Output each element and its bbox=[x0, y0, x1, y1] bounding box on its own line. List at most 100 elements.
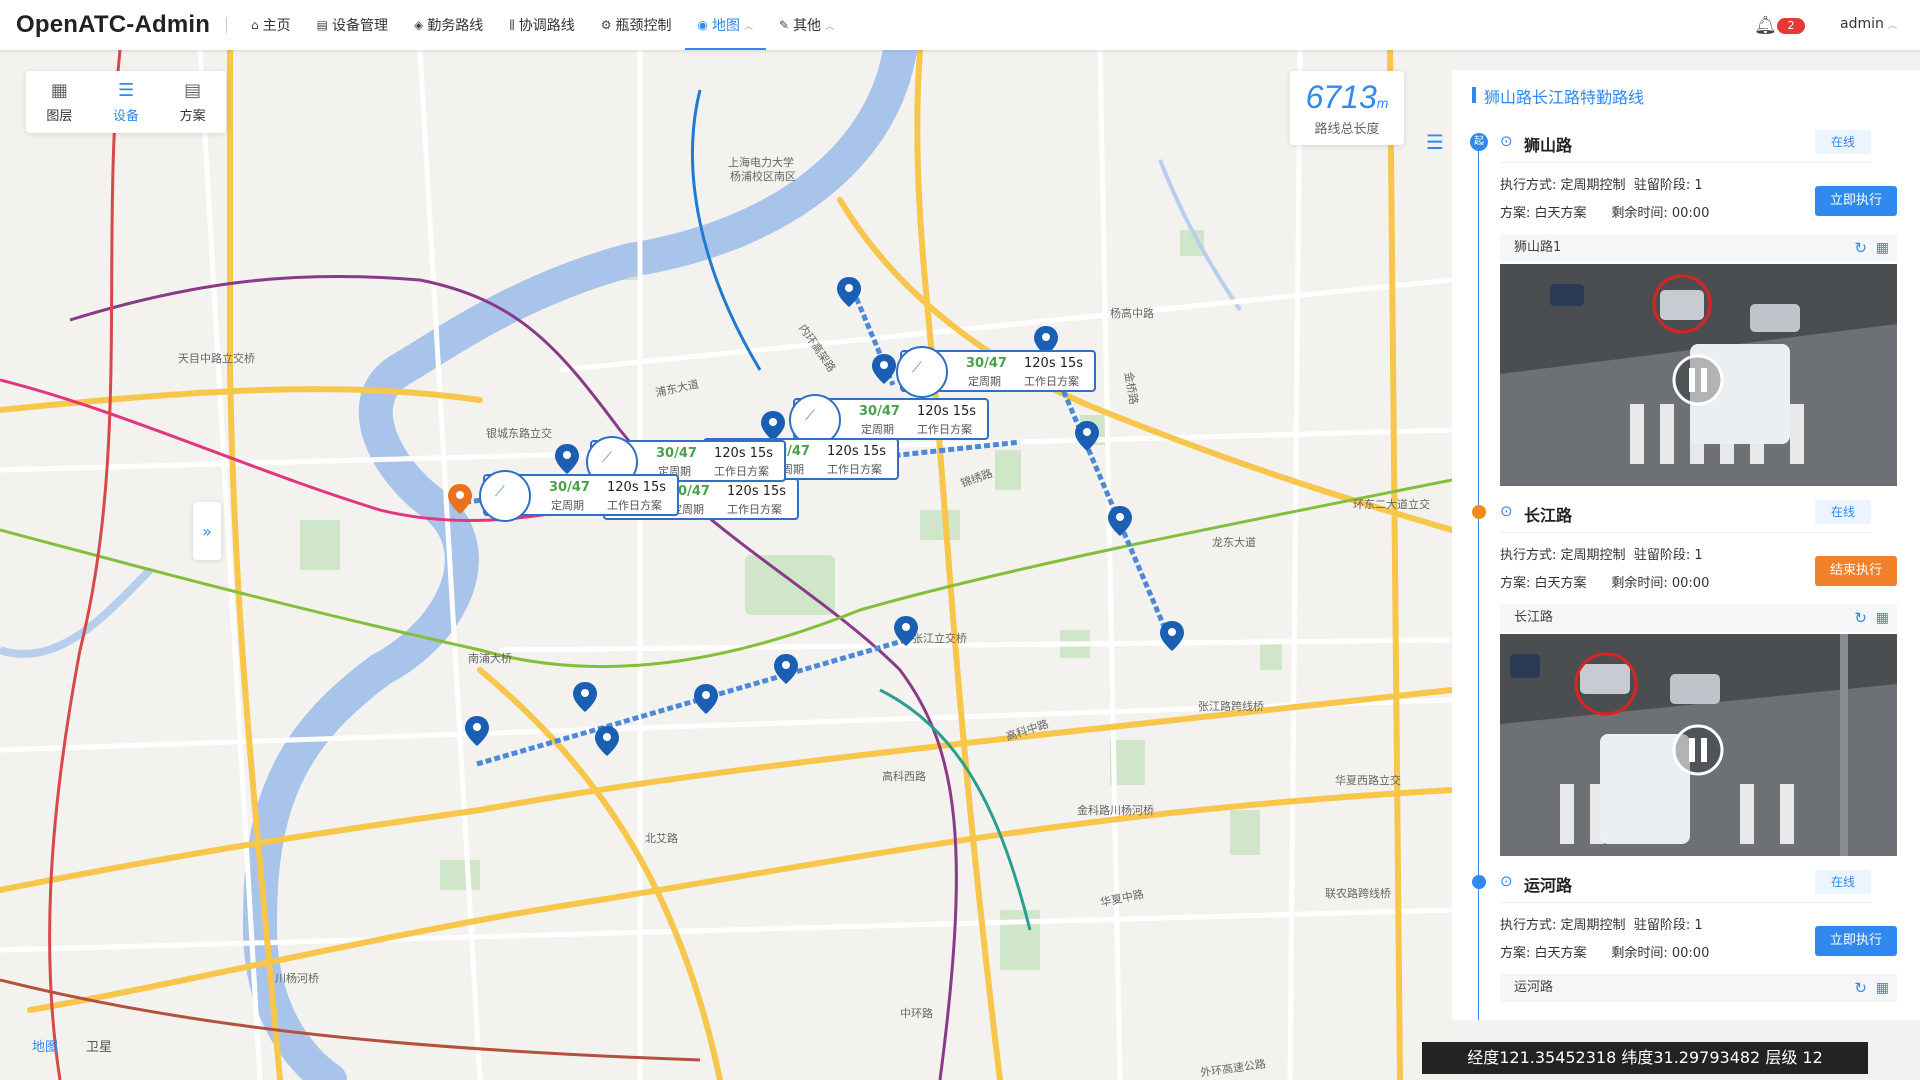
menu-icon[interactable]: ☰ bbox=[1426, 130, 1444, 154]
popup-plan: 工作日方案 bbox=[714, 465, 769, 478]
device-icon: ▤ bbox=[316, 18, 328, 32]
plan-value: 白天方案 bbox=[1534, 946, 1587, 961]
device-marker[interactable] bbox=[694, 684, 718, 714]
popup-plan: 工作日方案 bbox=[917, 423, 972, 436]
route-panel: 狮山路长江路特勤路线 起 ⊙ 狮山路 在线 执行方式: 定周期控制 驻留阶段: … bbox=[1452, 70, 1920, 1020]
remain-value: 00:00 bbox=[1671, 576, 1710, 591]
intersection-popup[interactable]: ⟋ 30/47 120s 15s 定周期 工作日方案 bbox=[789, 394, 989, 446]
plans-tool[interactable]: ▤ 方案 bbox=[159, 71, 226, 133]
popup-time: 15s bbox=[862, 444, 887, 459]
intersection-name: 狮山路 bbox=[1524, 136, 1573, 155]
remain-value: 00:00 bbox=[1671, 946, 1710, 961]
stage-value: 1 bbox=[1694, 178, 1703, 193]
intersection-popup[interactable]: ⟋ 30/47 120s 15s 定周期 工作日方案 bbox=[896, 346, 1096, 398]
device-marker[interactable] bbox=[465, 716, 489, 746]
plans-label: 方案 bbox=[179, 109, 206, 124]
device-marker[interactable] bbox=[573, 682, 597, 712]
execute-now-button[interactable]: 立即执行 bbox=[1815, 926, 1897, 956]
nav-home[interactable]: ⌂ 主页 bbox=[238, 0, 304, 50]
grid-icon: ▦ bbox=[50, 80, 68, 101]
clipboard-icon: ▤ bbox=[184, 80, 202, 101]
route-length-label: 路线总长度 bbox=[1314, 122, 1380, 137]
signal-glyph: ⟋ bbox=[912, 360, 922, 376]
camera-feed[interactable] bbox=[1500, 634, 1897, 856]
popup-ratio: 30/47 bbox=[966, 356, 1007, 371]
device-marker[interactable] bbox=[1108, 506, 1132, 536]
intersection-popup[interactable]: ⟋ 30/47 120s 15s 定周期 工作日方案 bbox=[479, 470, 679, 522]
refresh-icon[interactable]: ↻ bbox=[1854, 234, 1867, 262]
refresh-icon[interactable]: ↻ bbox=[1854, 604, 1867, 632]
layers-tool[interactable]: ▦ 图层 bbox=[26, 71, 93, 133]
status-badge: 在线 bbox=[1815, 500, 1871, 524]
execute-now-button[interactable]: 立即执行 bbox=[1815, 186, 1897, 216]
devices-label: 设备 bbox=[113, 109, 140, 124]
satellite-layer-option[interactable]: 卫星 bbox=[86, 1036, 112, 1055]
device-marker[interactable] bbox=[1160, 621, 1184, 651]
stage-value: 1 bbox=[1694, 918, 1703, 933]
popup-cycle: 120s bbox=[1024, 356, 1056, 371]
notification-badge[interactable]: 2 bbox=[1777, 18, 1805, 34]
grid-view-icon[interactable]: ▦ bbox=[1876, 234, 1889, 262]
popup-plan: 工作日方案 bbox=[607, 499, 662, 512]
map-pin-icon: ◉ bbox=[697, 18, 708, 32]
user-menu[interactable]: admin ︿ bbox=[1840, 16, 1897, 32]
popup-time: 15s bbox=[642, 480, 667, 495]
end-execution-button[interactable]: 结束执行 bbox=[1815, 556, 1897, 586]
nav-bottleneck-label: 瓶颈控制 bbox=[615, 18, 672, 34]
popup-cycle: 120s bbox=[727, 484, 759, 499]
device-marker[interactable] bbox=[774, 654, 798, 684]
remain-label: 剩余时间: bbox=[1611, 946, 1668, 961]
expand-panel-button[interactable]: » bbox=[193, 502, 221, 560]
device-marker[interactable] bbox=[595, 726, 619, 756]
nav-coordinate-label: 协调路线 bbox=[518, 18, 575, 34]
mode-label: 执行方式: bbox=[1500, 918, 1557, 933]
nav-map[interactable]: ◉ 地图 ︿ bbox=[684, 0, 767, 50]
device-marker[interactable] bbox=[837, 277, 861, 307]
device-marker[interactable] bbox=[894, 616, 918, 646]
nav-device-management[interactable]: ▤ 设备管理 bbox=[304, 0, 401, 50]
location-pin-icon: ⊙ bbox=[1500, 132, 1513, 150]
nav-home-label: 主页 bbox=[262, 18, 291, 34]
header-divider bbox=[226, 17, 227, 33]
shield-icon: ◈ bbox=[413, 18, 424, 32]
timeline-dot bbox=[1472, 505, 1486, 519]
signal-glyph: ⟋ bbox=[495, 484, 505, 500]
chevron-up-icon: ︿ bbox=[825, 21, 835, 32]
main-nav: ⌂ 主页 ▤ 设备管理 ◈ 勤务路线 ⫼ 协调路线 ⚙ 瓶颈控制 ◉ 地图 ︿ ✎ 其他 ︿ bbox=[238, 0, 847, 50]
popup-cycle: 120s bbox=[827, 444, 859, 459]
start-badge: 起 bbox=[1470, 133, 1488, 151]
map-canvas[interactable]: 上海电力大学 杨浦校区南区 天目中路立交桥 浦东大道 银城东路立交 南浦大桥 张… bbox=[0, 50, 1452, 1080]
app-title[interactable]: OpenATC-Admin bbox=[16, 11, 210, 39]
stage-label: 驻留阶段: bbox=[1633, 178, 1691, 193]
nav-duty-label: 勤务路线 bbox=[427, 18, 484, 34]
nav-bottleneck-control[interactable]: ⚙ 瓶颈控制 bbox=[588, 0, 685, 50]
nav-other[interactable]: ✎ 其他 ︿ bbox=[766, 0, 847, 50]
signal-icon bbox=[479, 470, 531, 522]
status-badge: 在线 bbox=[1815, 130, 1871, 154]
intersection-name: 运河路 bbox=[1524, 876, 1573, 895]
nav-coordinate-route[interactable]: ⫼ 协调路线 bbox=[496, 0, 588, 50]
devices-tool[interactable]: ☰ 设备 bbox=[93, 71, 160, 133]
traffic-light-icon: ☰ bbox=[117, 80, 135, 101]
device-marker[interactable] bbox=[761, 411, 785, 441]
device-marker[interactable] bbox=[555, 444, 579, 474]
chevron-up-icon: ︿ bbox=[1887, 21, 1897, 31]
map-markers bbox=[448, 277, 1184, 756]
grid-view-icon[interactable]: ▦ bbox=[1876, 974, 1889, 1002]
plan-value: 白天方案 bbox=[1534, 576, 1587, 591]
device-marker[interactable] bbox=[872, 354, 896, 384]
timeline-dot bbox=[1472, 875, 1486, 889]
start-marker[interactable] bbox=[448, 484, 472, 514]
grid-view-icon[interactable]: ▦ bbox=[1876, 604, 1889, 632]
popup-plan: 工作日方案 bbox=[1024, 375, 1079, 388]
nav-duty-route[interactable]: ◈ 勤务路线 bbox=[401, 0, 496, 50]
map-layer-option[interactable]: 地图 bbox=[32, 1036, 58, 1055]
remain-label: 剩余时间: bbox=[1611, 576, 1668, 591]
intersection-name: 长江路 bbox=[1524, 506, 1573, 525]
bell-icon[interactable]: 🔔︎ bbox=[1754, 15, 1777, 36]
stage-label: 驻留阶段: bbox=[1633, 918, 1691, 933]
refresh-icon[interactable]: ↻ bbox=[1854, 974, 1867, 1002]
device-marker[interactable] bbox=[1075, 421, 1099, 451]
double-chevron-right-icon: » bbox=[202, 521, 212, 541]
camera-feed[interactable] bbox=[1500, 264, 1897, 486]
